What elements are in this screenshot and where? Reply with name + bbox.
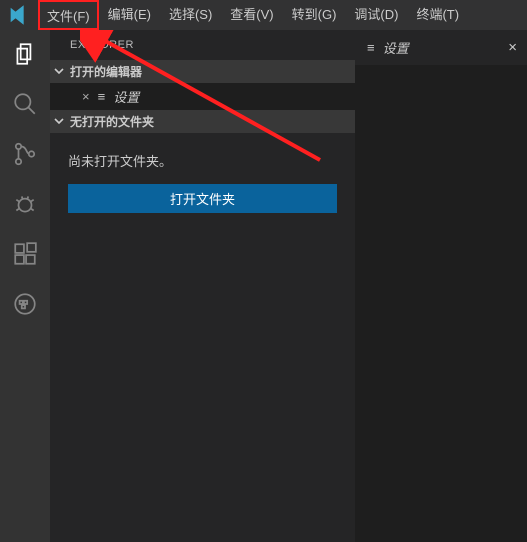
open-editors-section[interactable]: 打开的编辑器 — [50, 60, 355, 83]
activity-extensions-icon[interactable] — [11, 240, 39, 268]
activity-explorer-icon[interactable] — [11, 40, 39, 68]
menu-selection[interactable]: 选择(S) — [160, 0, 221, 30]
menu-view[interactable]: 查看(V) — [221, 0, 282, 30]
no-folder-label: 无打开的文件夹 — [70, 113, 154, 130]
chevron-down-icon — [54, 65, 66, 79]
tab-bar: ≡ 设置 × — [355, 30, 527, 65]
menu-debug[interactable]: 调试(D) — [345, 0, 407, 30]
tab-close-icon[interactable]: × — [508, 39, 517, 56]
chevron-down-icon — [54, 115, 66, 129]
explorer-sidebar: EXPLORER 打开的编辑器 × ≡ 设置 无打开的文件夹 尚未打开文件夹。 — [50, 30, 355, 542]
settings-icon: ≡ — [367, 40, 375, 55]
tab-label: 设置 — [383, 38, 409, 57]
menu-terminal[interactable]: 终端(T) — [407, 0, 468, 30]
activity-debug-icon[interactable] — [11, 190, 39, 218]
settings-icon: ≡ — [98, 89, 106, 104]
activity-docker-icon[interactable] — [11, 290, 39, 318]
activity-search-icon[interactable] — [11, 90, 39, 118]
close-icon[interactable]: × — [82, 89, 90, 104]
activity-scm-icon[interactable] — [11, 140, 39, 168]
menu-file[interactable]: 文件(F) — [38, 0, 99, 30]
sidebar-title: EXPLORER — [50, 30, 355, 60]
open-editors-label: 打开的编辑器 — [70, 63, 142, 80]
open-editor-item[interactable]: × ≡ 设置 — [50, 83, 355, 110]
tab-settings[interactable]: ≡ 设置 — [367, 38, 409, 57]
open-folder-button[interactable]: 打开文件夹 — [68, 184, 337, 213]
menu-go[interactable]: 转到(G) — [283, 0, 346, 30]
activity-bar — [0, 30, 50, 542]
app-logo-icon — [8, 5, 28, 28]
menu-edit[interactable]: 编辑(E) — [99, 0, 160, 30]
no-folder-message: 尚未打开文件夹。 — [68, 151, 337, 170]
no-folder-section[interactable]: 无打开的文件夹 — [50, 110, 355, 133]
editor-area: ≡ 设置 × — [355, 30, 527, 542]
open-editor-label: 设置 — [113, 87, 139, 106]
